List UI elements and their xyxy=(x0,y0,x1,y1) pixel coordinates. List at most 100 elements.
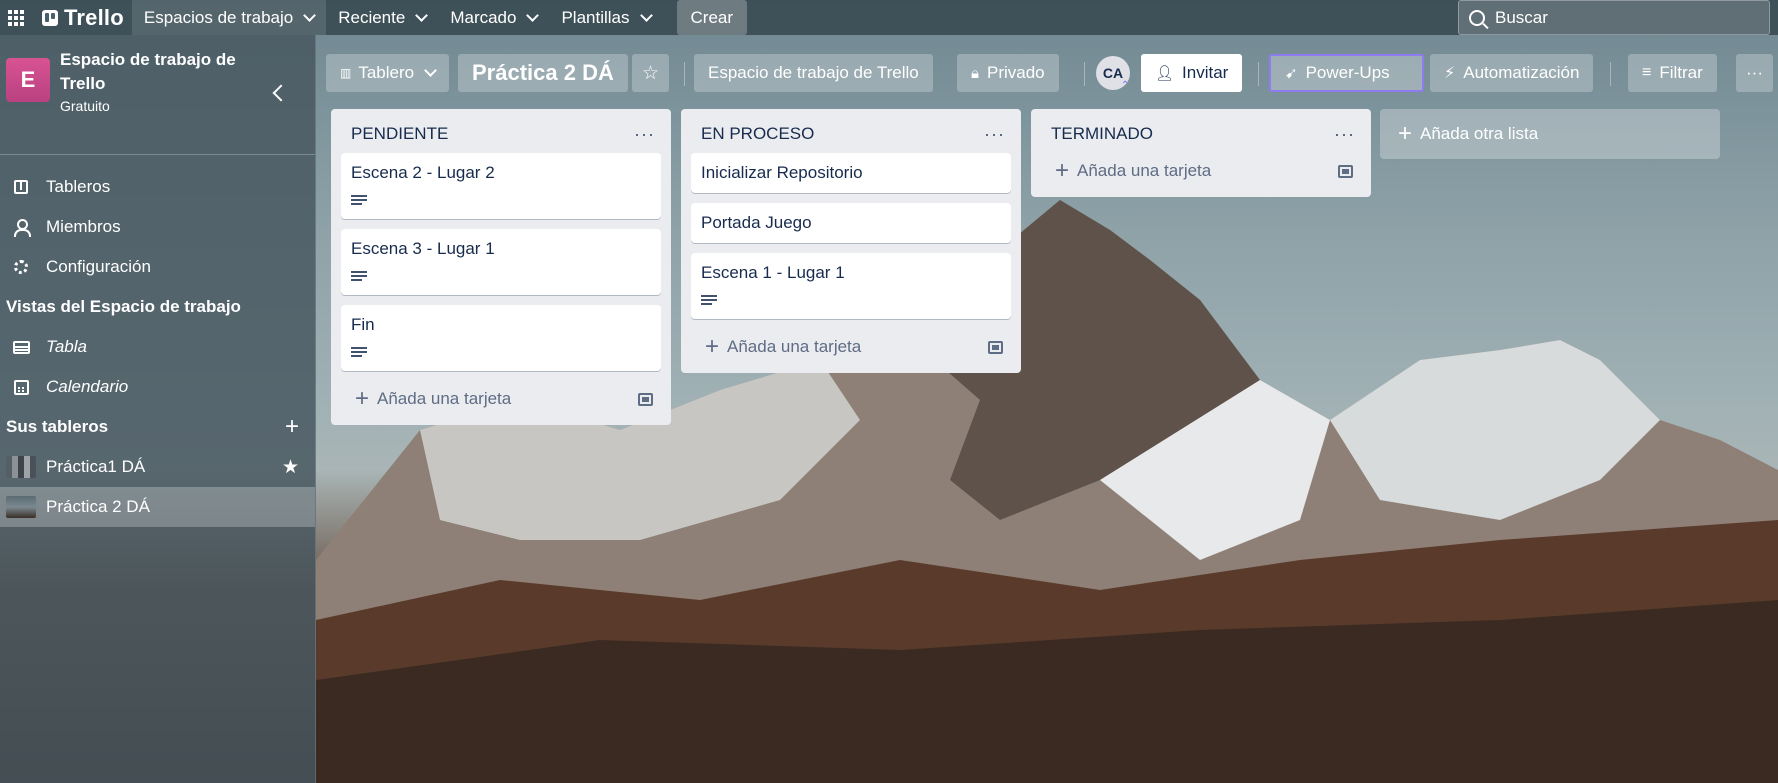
header-divider xyxy=(1258,62,1259,86)
plus-icon: + xyxy=(1055,157,1070,184)
card-title: Fin xyxy=(351,315,375,334)
list-header[interactable]: TERMINADO ··· xyxy=(1041,115,1361,153)
logo-text: Trello xyxy=(64,4,124,30)
board-title[interactable]: Práctica 2 DÁ xyxy=(458,54,628,92)
gear-icon xyxy=(14,260,28,274)
sidebar-item-label: Miembros xyxy=(46,217,121,236)
workspace-button[interactable]: Espacio de trabajo de Trello xyxy=(694,54,933,92)
nav-recent-dropdown[interactable]: Reciente xyxy=(326,0,438,35)
list-menu-icon[interactable]: ··· xyxy=(984,124,1005,145)
add-card-button[interactable]: + Añada una tarjeta xyxy=(691,329,1011,365)
sidebar-item-table-view[interactable]: Tabla xyxy=(0,327,315,367)
card-title: Inicializar Repositorio xyxy=(701,163,863,182)
board-view-label: Tablero xyxy=(358,63,415,82)
calendar-icon xyxy=(13,379,29,395)
add-card-button[interactable]: + Añada una tarjeta xyxy=(1041,153,1361,189)
card-title: Portada Juego xyxy=(701,213,812,232)
list-menu-icon[interactable]: ··· xyxy=(1334,124,1355,145)
add-list-button[interactable]: + Añada otra lista xyxy=(1380,109,1720,159)
card[interactable]: Escena 3 - Lugar 1 xyxy=(341,229,661,295)
header-divider xyxy=(1084,62,1085,86)
add-board-icon[interactable]: + xyxy=(285,415,299,439)
board-menu-button[interactable]: ··· xyxy=(1736,54,1773,92)
chevron-down-icon xyxy=(415,8,429,22)
workspace-header: E Espacio de trabajo de Trello Gratuito xyxy=(0,35,315,155)
search-icon xyxy=(1469,9,1485,26)
workspace-avatar[interactable]: E xyxy=(6,58,50,102)
filter-icon: ≡ xyxy=(1642,64,1652,81)
sidebar-board-practica1[interactable]: Práctica1 DÁ ★ xyxy=(0,447,315,487)
list-menu-icon[interactable]: ··· xyxy=(634,124,655,145)
card-template-icon[interactable] xyxy=(1338,164,1353,178)
power-ups-button[interactable]: ➹ Power-Ups xyxy=(1269,54,1424,92)
card-template-icon[interactable] xyxy=(638,392,653,406)
nav-starred-label: Marcado xyxy=(450,7,517,27)
trello-logo[interactable]: Trello xyxy=(32,0,132,35)
board-thumbnail xyxy=(6,496,36,518)
board-icon xyxy=(14,180,28,194)
sidebar-item-members[interactable]: Miembros xyxy=(0,207,315,247)
sidebar-item-calendar-view[interactable]: Calendario xyxy=(0,367,315,407)
board-view-switcher[interactable]: ▥ Tablero xyxy=(326,54,450,92)
visibility-label: Privado xyxy=(986,63,1045,82)
add-card-button[interactable]: + Añada una tarjeta xyxy=(341,381,661,417)
description-icon xyxy=(351,271,367,283)
nav-templates-dropdown[interactable]: Plantillas xyxy=(549,0,662,35)
filter-button[interactable]: ≡ Filtrar xyxy=(1628,54,1717,92)
collapse-sidebar-icon[interactable] xyxy=(272,84,290,102)
sidebar-item-label: Tabla xyxy=(46,337,87,356)
search-box[interactable] xyxy=(1458,0,1770,35)
invite-button[interactable]: 👤︎ Invitar xyxy=(1141,54,1243,92)
list-header[interactable]: PENDIENTE ··· xyxy=(341,115,661,153)
list-title[interactable]: PENDIENTE xyxy=(351,124,448,144)
app-switcher-icon[interactable] xyxy=(0,0,32,35)
rocket-icon: ➹ xyxy=(1285,65,1298,82)
workspace-name[interactable]: Espacio de trabajo de Trello xyxy=(60,48,260,96)
lightning-icon: ⚡︎ xyxy=(1444,65,1456,82)
automation-button[interactable]: ⚡︎ Automatización xyxy=(1430,54,1594,92)
nav-recent-label: Reciente xyxy=(338,7,406,27)
list-title[interactable]: TERMINADO xyxy=(1051,124,1153,144)
invite-label: Invitar xyxy=(1182,63,1229,82)
sidebar-item-label: Calendario xyxy=(46,377,129,396)
card-template-icon[interactable] xyxy=(988,340,1003,354)
card[interactable]: Inicializar Repositorio xyxy=(691,153,1011,193)
sidebar-board-practica2[interactable]: Práctica 2 DÁ xyxy=(0,487,315,527)
list-header[interactable]: EN PROCESO ··· xyxy=(691,115,1011,153)
sidebar-item-settings[interactable]: Configuración xyxy=(0,247,315,287)
chevron-down-icon xyxy=(639,8,653,22)
workspace-plan: Gratuito xyxy=(60,98,110,114)
plus-icon: + xyxy=(1398,120,1413,147)
person-icon xyxy=(13,219,31,237)
chevron-down-icon xyxy=(526,8,540,22)
sidebar-item-label: Tableros xyxy=(46,177,111,196)
description-icon xyxy=(351,347,367,359)
list-title[interactable]: EN PROCESO xyxy=(701,124,814,144)
card[interactable]: Escena 2 - Lugar 2 xyxy=(341,153,661,219)
table-icon xyxy=(12,340,30,354)
card[interactable]: Escena 1 - Lugar 1 xyxy=(691,253,1011,319)
your-boards-title: Sus tableros xyxy=(6,417,109,436)
card-title: Escena 1 - Lugar 1 xyxy=(701,263,845,282)
search-input[interactable] xyxy=(1495,7,1735,28)
more-icon: ··· xyxy=(1746,63,1763,82)
plus-icon: + xyxy=(705,333,720,360)
add-person-icon: 👤︎ xyxy=(1155,65,1175,82)
workspace-sidebar: E Espacio de trabajo de Trello Gratuito … xyxy=(0,35,316,783)
board-name: Práctica 2 DÁ xyxy=(46,497,150,516)
star-board-button[interactable]: ☆ xyxy=(632,54,670,92)
header-divider xyxy=(1610,62,1611,86)
nav-workspaces-dropdown[interactable]: Espacios de trabajo xyxy=(131,0,327,35)
nav-starred-dropdown[interactable]: Marcado xyxy=(438,0,549,35)
star-filled-icon[interactable]: ★ xyxy=(282,456,299,479)
plus-icon: + xyxy=(355,385,370,412)
card[interactable]: Portada Juego xyxy=(691,203,1011,243)
member-avatar[interactable]: CA ⌃ xyxy=(1096,56,1130,91)
your-boards-heading: Sus tableros + xyxy=(0,407,315,447)
create-button[interactable]: Crear xyxy=(676,0,748,35)
description-icon xyxy=(351,195,367,207)
visibility-button[interactable]: 🔒︎ Privado xyxy=(957,54,1059,92)
sidebar-item-boards[interactable]: Tableros xyxy=(0,167,315,207)
trello-logo-icon xyxy=(42,9,58,26)
card[interactable]: Fin xyxy=(341,305,661,371)
